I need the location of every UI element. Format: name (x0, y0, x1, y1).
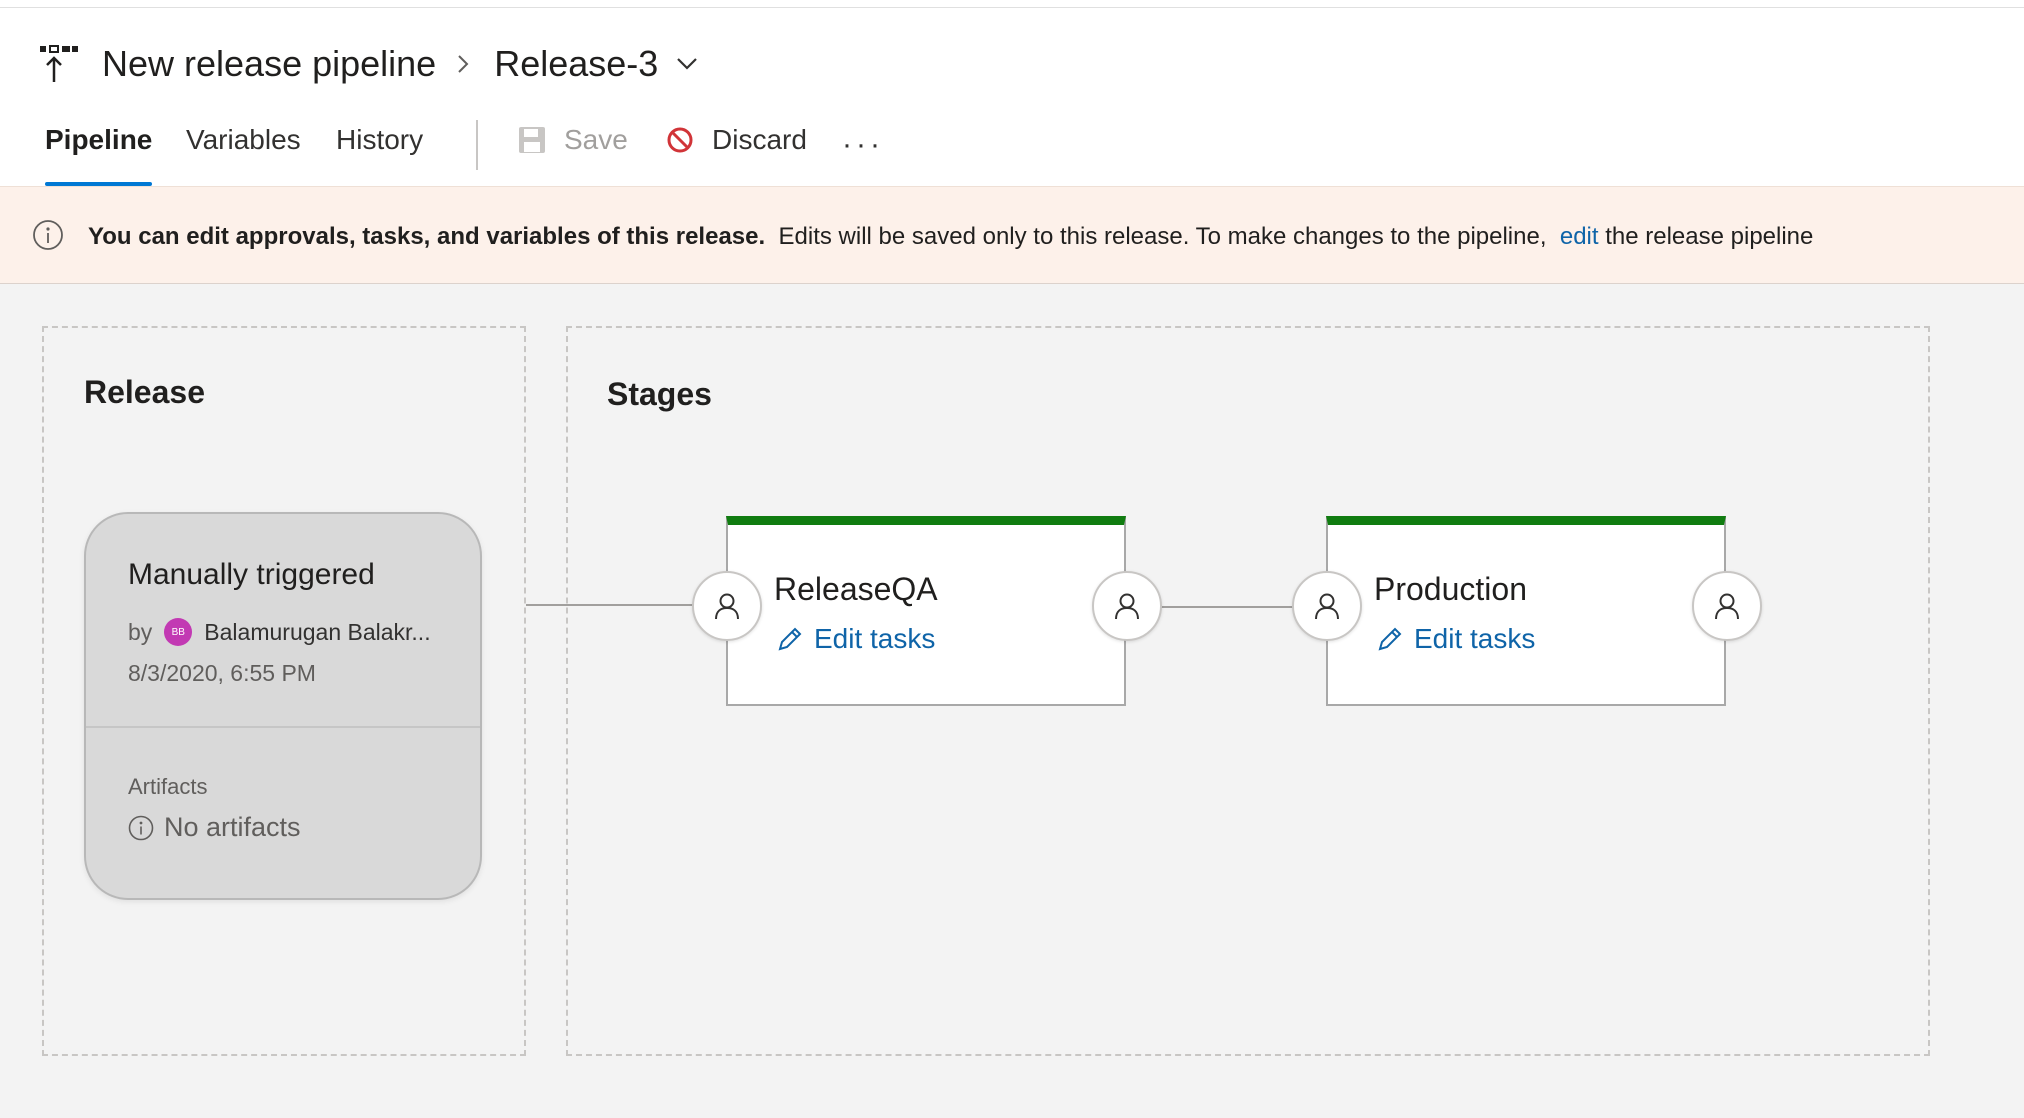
artifacts-label: Artifacts (128, 774, 208, 799)
stage-name: Production (1374, 571, 1527, 607)
save-button[interactable]: Save (518, 124, 628, 156)
release-trigger-card[interactable]: Manually triggered by BB Balamurugan Bal… (84, 512, 482, 900)
banner-tail-text: the release pipeline (1605, 223, 1814, 250)
artifacts-value: No artifacts (128, 812, 301, 843)
stages-panel-title: Stages (607, 376, 712, 412)
trigger-date: 8/3/2020, 6:55 PM (128, 660, 316, 686)
pipeline-title-link[interactable]: New release pipeline (102, 43, 436, 85)
release-panel-title: Release (84, 374, 205, 410)
card-divider (86, 726, 480, 728)
chevron-right-icon (458, 55, 469, 73)
page-header: New release pipeline Release-3 Pipeline … (0, 8, 2024, 186)
triggered-by: by BB Balamurugan Balakr... (128, 618, 431, 646)
banner-bold-text: You can edit approvals, tasks, and varia… (88, 223, 766, 250)
edit-tasks-link[interactable]: Edit tasks (776, 623, 935, 655)
stage-name: ReleaseQA (774, 571, 938, 607)
stage-card-production[interactable]: Production Edit tasks (1326, 516, 1726, 706)
person-icon (1115, 593, 1139, 620)
connector-line (526, 604, 694, 606)
info-icon (128, 815, 154, 840)
pre-deployment-approvals-releaseqa[interactable] (692, 571, 762, 641)
chevron-down-icon[interactable] (676, 57, 698, 71)
edit-tasks-label: Edit tasks (814, 623, 936, 654)
no-artifacts-text: No artifacts (164, 812, 301, 842)
tab-pipeline[interactable]: Pipeline (45, 124, 153, 186)
connector-line (1160, 606, 1296, 608)
stage-card-releaseqa[interactable]: ReleaseQA Edit tasks (726, 516, 1126, 706)
discard-button[interactable]: Discard (666, 124, 807, 156)
post-deployment-approvals-production[interactable] (1692, 571, 1762, 641)
pre-deployment-approvals-production[interactable] (1292, 571, 1362, 641)
edit-pipeline-link[interactable]: edit (1560, 223, 1599, 250)
top-border (0, 0, 2024, 8)
discard-icon (667, 127, 693, 153)
toolbar-divider (476, 120, 478, 170)
discard-label: Discard (712, 124, 807, 155)
post-deployment-approvals-releaseqa[interactable] (1092, 571, 1162, 641)
release-name: Release-3 (494, 43, 659, 84)
tab-variables[interactable]: Variables (186, 124, 301, 186)
banner-message: You can edit approvals, tasks, and varia… (88, 223, 1813, 251)
info-icon (33, 220, 63, 250)
breadcrumb: New release pipeline Release-3 (40, 34, 698, 94)
person-icon (1315, 593, 1339, 620)
avatar: BB (164, 618, 193, 646)
user-name: Balamurugan Balakr... (204, 618, 431, 645)
pencil-icon (778, 627, 802, 651)
edit-tasks-label: Edit tasks (1414, 623, 1536, 654)
trigger-title: Manually triggered (128, 558, 375, 591)
save-icon (519, 127, 545, 153)
person-icon (1715, 593, 1739, 620)
pencil-icon (1378, 627, 1402, 651)
info-banner: You can edit approvals, tasks, and varia… (0, 186, 2024, 284)
person-icon (715, 593, 739, 620)
more-actions-button[interactable]: ··· (842, 128, 884, 162)
tab-history[interactable]: History (336, 124, 423, 186)
edit-tasks-link[interactable]: Edit tasks (1376, 623, 1535, 655)
banner-body-text: Edits will be saved only to this release… (778, 223, 1547, 250)
by-label: by (128, 618, 153, 645)
release-pipeline-icon (40, 45, 78, 82)
save-label: Save (564, 124, 628, 155)
